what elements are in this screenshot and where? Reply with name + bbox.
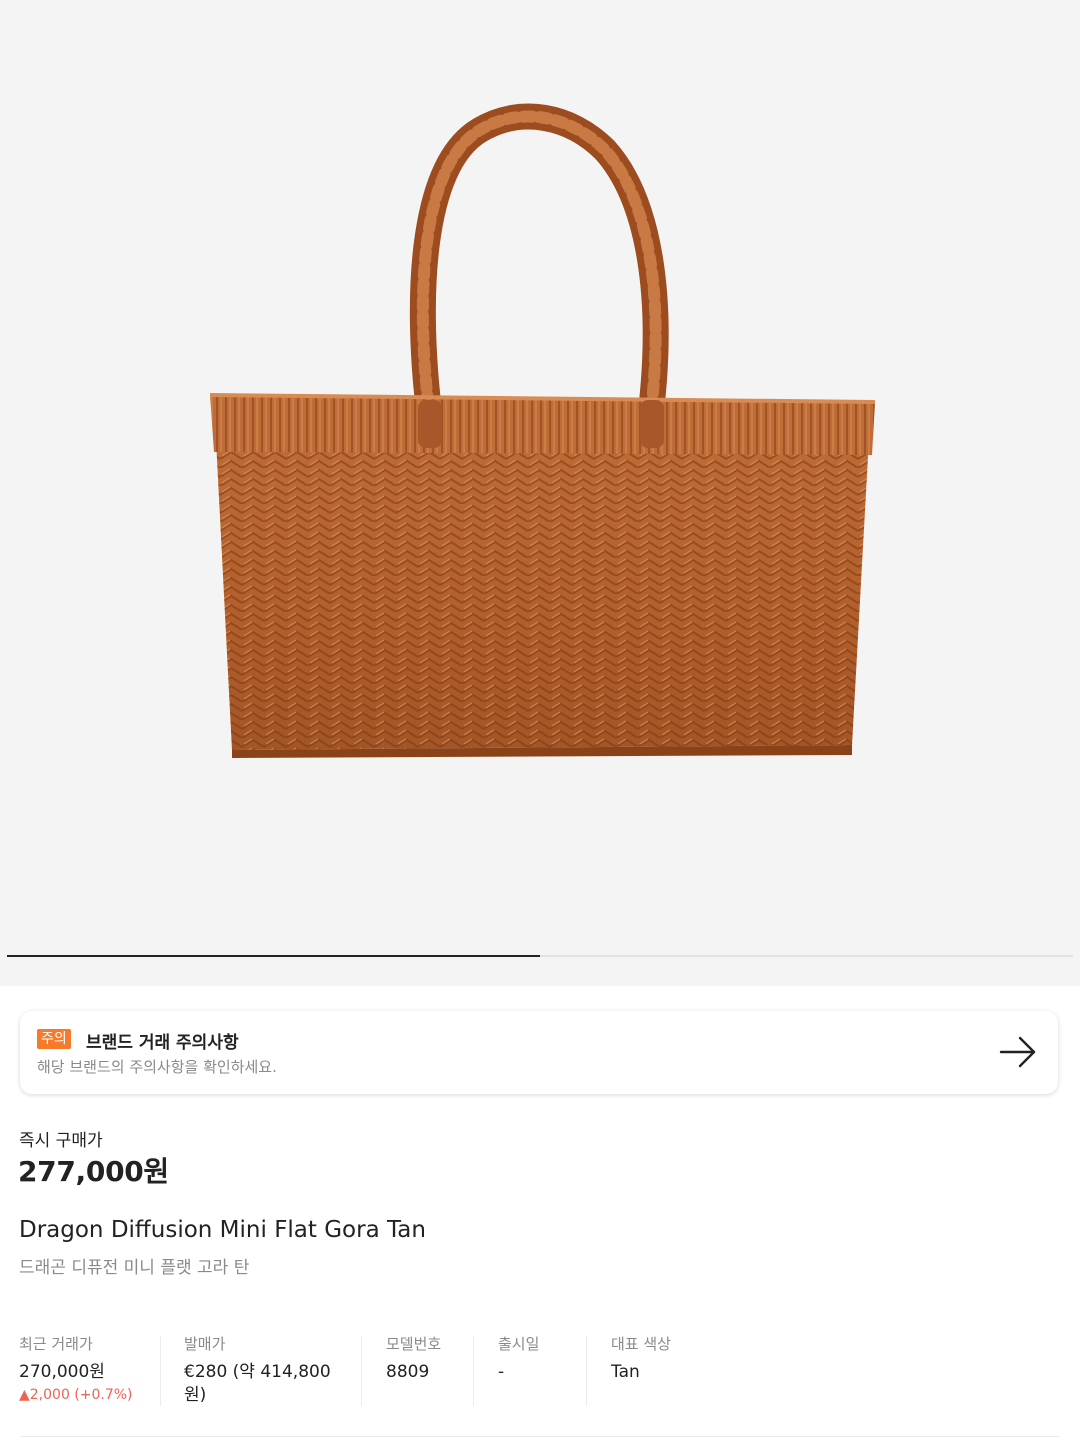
main-color-label: 대표 색상 [611, 1335, 671, 1353]
image-progress-fill [7, 955, 540, 957]
info-divider [361, 1336, 362, 1406]
info-divider [586, 1336, 587, 1406]
recent-price-value: 270,000원 [19, 1362, 105, 1382]
info-main-color: 대표 색상 Tan [611, 1334, 671, 1408]
release-date-value: - [498, 1362, 505, 1382]
recent-price-label: 최근 거래가 [19, 1335, 93, 1353]
release-price-value: €280 (약 414,800 원) [184, 1361, 331, 1407]
model-number-label: 모델번호 [386, 1335, 442, 1353]
product-image-area[interactable] [0, 0, 1080, 986]
instant-buy-price-label: 즉시 구매가 [19, 1131, 103, 1151]
info-model-number: 모델번호 8809 [386, 1334, 441, 1408]
brand-notice-card[interactable]: 주의 브랜드 거래 주의사항 해당 브랜드의 주의사항을 확인하세요. [20, 1011, 1058, 1094]
product-name-ko: 드래곤 디퓨전 미니 플랫 고라 탄 [19, 1258, 250, 1278]
notice-subtitle: 해당 브랜드의 주의사항을 확인하세요. [37, 1058, 277, 1076]
info-recent-price: 최근 거래가 270,000원 ▲2,000 (+0.7%) [19, 1334, 133, 1408]
section-divider [20, 1436, 1060, 1437]
release-price-value-line1: €280 (약 414,800 [184, 1362, 331, 1382]
image-progress-track [7, 955, 1073, 957]
info-divider [160, 1336, 161, 1406]
product-image-basket [209, 103, 876, 758]
product-name-en: Dragon Diffusion Mini Flat Gora Tan [19, 1217, 426, 1243]
recent-price-change: ▲2,000 (+0.7%) [19, 1387, 133, 1403]
notice-title: 브랜드 거래 주의사항 [86, 1033, 239, 1053]
info-divider [473, 1336, 474, 1406]
release-price-label: 발매가 [184, 1335, 226, 1353]
release-date-label: 출시일 [498, 1335, 540, 1353]
release-price-value-line2: 원) [184, 1385, 207, 1405]
info-release-price: 발매가 €280 (약 414,800 원) [184, 1334, 331, 1408]
instant-buy-price: 277,000원 [18, 1155, 169, 1188]
info-release-date: 출시일 - [498, 1334, 539, 1408]
arrow-right-icon[interactable] [998, 1035, 1038, 1069]
product-info-table: 최근 거래가 270,000원 ▲2,000 (+0.7%) 발매가 €280 … [0, 1334, 1080, 1414]
notice-badge: 주의 [37, 1029, 71, 1049]
model-number-value: 8809 [386, 1362, 430, 1382]
main-color-value: Tan [611, 1362, 640, 1382]
